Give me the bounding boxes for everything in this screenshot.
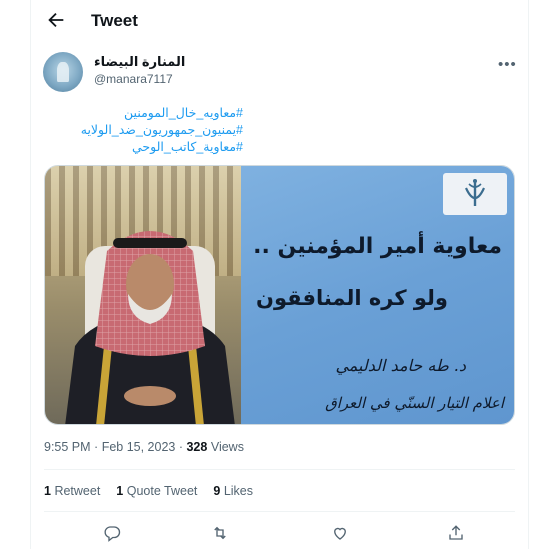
retweets-label: Retweet — [54, 484, 101, 498]
like-heart-icon[interactable] — [327, 520, 353, 546]
author-display-name[interactable]: المنارة البيضاء — [94, 54, 185, 70]
retweets-stat[interactable]: 1 Retweet — [44, 484, 100, 498]
views-count: 328 — [186, 440, 208, 454]
tweet-image[interactable]: معاوية أمير المؤمنين .. ولو كره المنافقو… — [44, 165, 515, 425]
likes-count: 9 — [213, 484, 221, 498]
avatar[interactable] — [43, 52, 83, 92]
share-icon[interactable] — [443, 520, 469, 546]
tweet-stats: 1 Retweet 1 Quote Tweet 9 Likes — [44, 484, 253, 498]
retweet-icon[interactable] — [207, 520, 233, 546]
image-author-name: د. طه حامد الدليمي — [335, 356, 466, 375]
likes-stat[interactable]: 9 Likes — [213, 484, 253, 498]
hashtag-link[interactable]: #يمنيون_جمهوريون_ضد_الولايه — [43, 122, 243, 139]
likes-label: Likes — [223, 484, 254, 498]
top-bar: Tweet — [31, 0, 528, 40]
tweet-meta: 9:55 PM · Feb 15, 2023 · 328 Views — [44, 440, 244, 454]
quote-panel: معاوية أمير المؤمنين .. ولو كره المنافقو… — [241, 166, 514, 424]
views-label: Views — [210, 440, 244, 454]
tweet-date[interactable]: Feb 15, 2023 — [102, 440, 176, 454]
divider — [44, 469, 515, 470]
reply-icon[interactable] — [99, 520, 125, 546]
speaker-photo — [45, 166, 241, 424]
page-title: Tweet — [91, 11, 138, 30]
image-headline: معاوية أمير المؤمنين .. — [253, 234, 502, 259]
tweet-actions — [31, 520, 528, 546]
image-author-tagline: اعلام التيار السنّي في العراق — [325, 394, 504, 412]
divider — [44, 511, 515, 512]
quotes-label: Quote Tweet — [126, 484, 198, 498]
back-arrow-icon[interactable] — [45, 9, 67, 31]
retweets-count: 1 — [44, 484, 51, 498]
tweet-hashtags: #معاويه_خال_المومنين #يمنيون_جمهوريون_ضد… — [43, 105, 243, 156]
author-handle[interactable]: @manara7117 — [94, 72, 173, 86]
logo-icon — [443, 173, 507, 215]
tweet-time[interactable]: 9:55 PM — [44, 440, 91, 454]
quotes-count: 1 — [116, 484, 124, 498]
quotes-stat[interactable]: 1 Quote Tweet — [116, 484, 197, 498]
hashtag-link[interactable]: #معاويه_خال_المومنين — [43, 105, 243, 122]
hashtag-link[interactable]: #معاوية_كاتب_الوحي — [43, 139, 243, 156]
image-subheadline: ولو كره المنافقون — [256, 286, 448, 310]
more-options-icon[interactable]: ••• — [498, 56, 517, 73]
tweet-page: Tweet المنارة البيضاء @manara7117 ••• #م… — [30, 0, 529, 549]
